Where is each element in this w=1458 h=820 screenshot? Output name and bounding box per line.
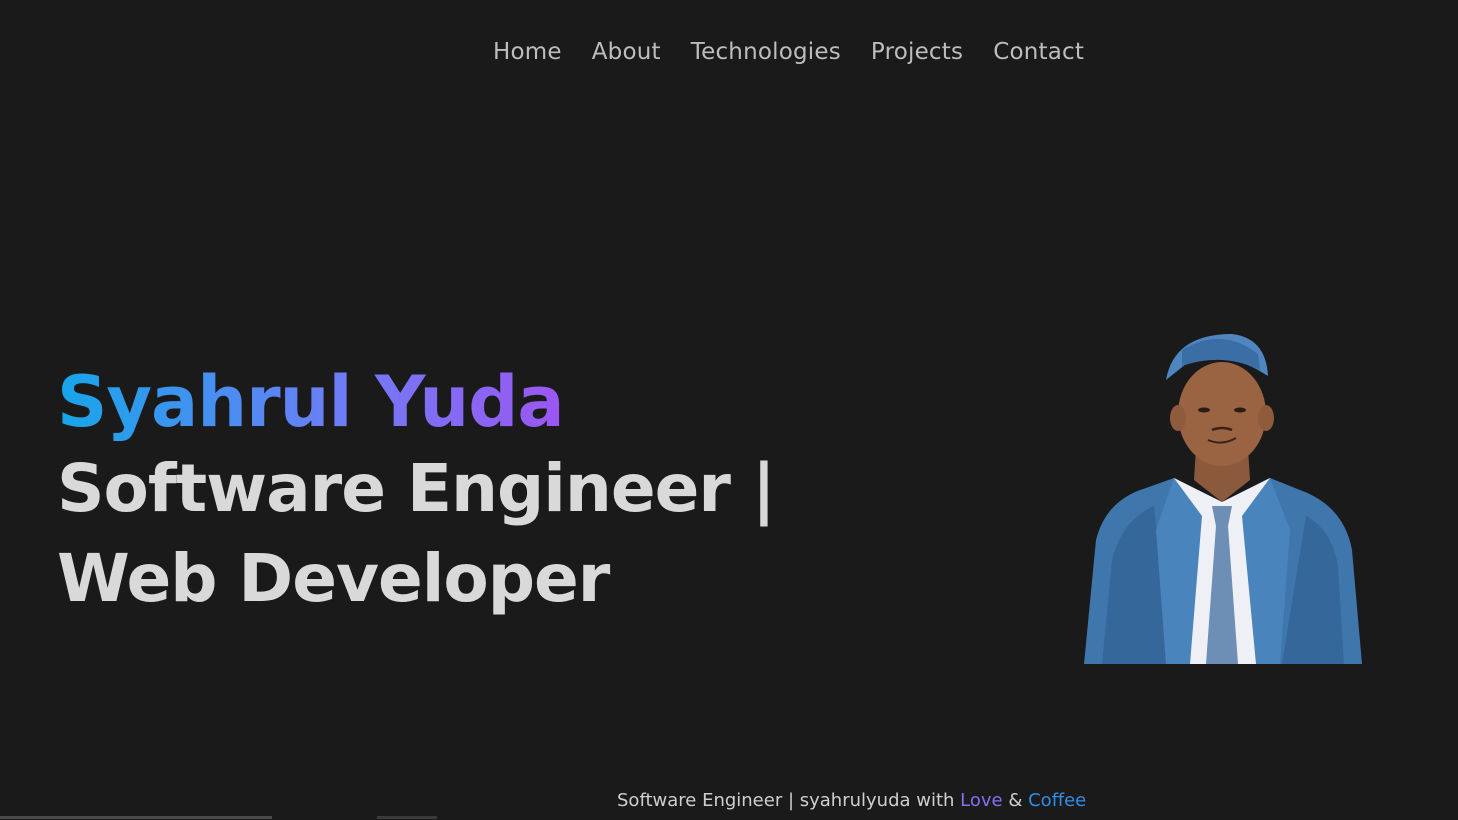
footer-credit-text: Software Engineer | syahrulyuda with — [617, 790, 961, 811]
profile-photo — [1082, 330, 1364, 664]
portfolio-page: Home About Technologies Projects Contact… — [0, 0, 1458, 820]
nav-link-technologies[interactable]: Technologies — [691, 36, 841, 68]
hero-name: Syahrul Yuda — [57, 360, 775, 444]
horizontal-scrollbar-segment[interactable] — [377, 816, 437, 819]
footer-coffee: Coffee — [1028, 790, 1087, 811]
footer-love: Love — [960, 790, 1003, 811]
footer-credit: Software Engineer | syahrulyuda with Lov… — [617, 789, 1086, 813]
horizontal-scrollbar[interactable] — [0, 816, 272, 819]
hero-role-line-1: Software Engineer | — [57, 450, 776, 527]
nav-link-home[interactable]: Home — [493, 36, 562, 68]
footer-ampersand: & — [1002, 790, 1029, 811]
nav-link-projects[interactable]: Projects — [871, 36, 963, 68]
nav-link-contact[interactable]: Contact — [993, 36, 1084, 68]
profile-photo-illustration — [1084, 334, 1362, 664]
nav-link-about[interactable]: About — [592, 36, 661, 68]
hero-section: Syahrul Yuda Software Engineer | Web Dev… — [57, 360, 776, 624]
hero-role-line-2: Web Developer — [57, 540, 610, 617]
main-nav: Home About Technologies Projects Contact — [493, 36, 1084, 68]
